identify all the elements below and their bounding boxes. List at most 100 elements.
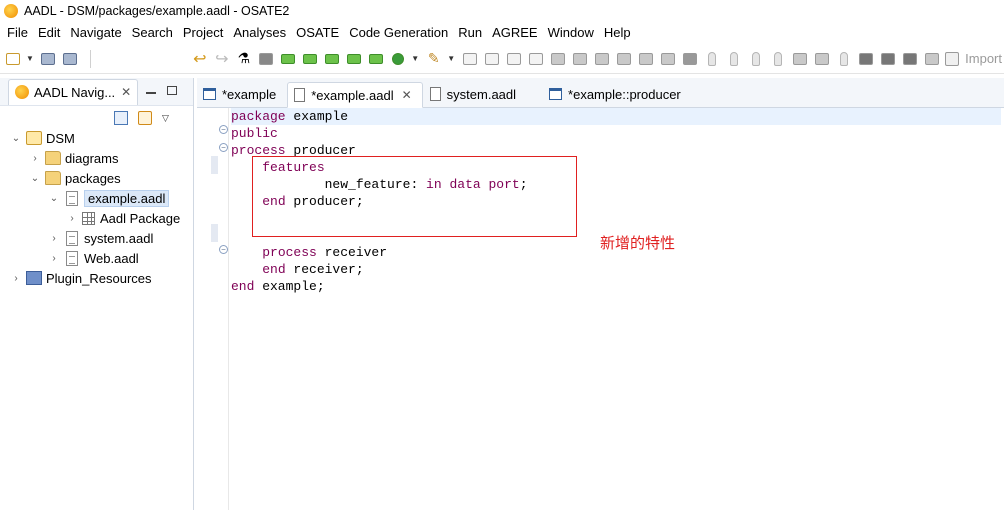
chevron-down-icon[interactable]: ⌄ [29, 173, 41, 184]
fold-toggle-icon[interactable]: − [219, 143, 228, 152]
wand-dropdown-icon[interactable]: ▼ [447, 54, 455, 63]
chevron-right-icon[interactable]: › [48, 233, 60, 244]
menu-search[interactable]: Search [127, 25, 178, 40]
chevron-right-icon[interactable]: › [66, 213, 78, 224]
tool-m-icon[interactable] [901, 50, 918, 68]
aadl-file-icon [429, 87, 441, 101]
navigator-tab[interactable]: AADL Navig... ✕ [8, 78, 139, 105]
new-dropdown-icon[interactable]: ▼ [26, 54, 34, 63]
menu-run[interactable]: Run [453, 25, 487, 40]
bulb-icon[interactable] [703, 50, 720, 68]
tab-example-diagram[interactable]: *example [197, 81, 286, 107]
keyword: end [262, 262, 286, 277]
build-green-4-icon[interactable] [345, 50, 362, 68]
image-2-icon[interactable] [505, 50, 522, 68]
close-box-icon[interactable] [527, 50, 544, 68]
menu-bar: File Edit Navigate Search Project Analys… [0, 22, 1004, 42]
view-menu-icon[interactable]: ▽ [162, 113, 169, 124]
fold-toggle-icon[interactable]: − [219, 245, 228, 254]
osate-app-icon [4, 4, 18, 18]
redo-icon[interactable]: ↪ [213, 50, 230, 68]
tree-item-diagrams[interactable]: › diagrams [0, 148, 192, 168]
navigator-toolbar: ▽ [114, 111, 169, 125]
tool-h-icon[interactable] [791, 50, 808, 68]
code-editor[interactable]: − − − package example public process pro… [197, 108, 1004, 510]
tree-item-system-aadl[interactable]: › system.aadl [0, 228, 192, 248]
save-all-icon[interactable] [62, 50, 79, 68]
identifier: example [285, 109, 349, 124]
build-green-3-icon[interactable] [323, 50, 340, 68]
tree-item-label: example.aadl [84, 189, 170, 207]
build-green-5-icon[interactable] [367, 50, 384, 68]
keyword: process [262, 245, 317, 260]
chevron-right-icon[interactable]: › [48, 253, 60, 264]
menu-project[interactable]: Project [178, 25, 228, 40]
minimize-icon[interactable] [146, 92, 156, 94]
collapse-all-icon[interactable] [114, 111, 128, 125]
menu-osate[interactable]: OSATE [291, 25, 344, 40]
build-green-icon[interactable] [279, 50, 296, 68]
tool-i-icon[interactable] [813, 50, 830, 68]
tool-j-icon[interactable] [835, 50, 852, 68]
tool-a-icon[interactable] [549, 50, 566, 68]
tool-c-icon[interactable] [593, 50, 610, 68]
link-with-editor-icon[interactable] [138, 111, 152, 125]
sigma-icon[interactable] [461, 50, 478, 68]
tree-item-dsm[interactable]: ⌄ DSM [0, 128, 192, 148]
tool-d-icon[interactable] [615, 50, 632, 68]
bulb-2-icon[interactable] [725, 50, 742, 68]
tree-item-web-aadl[interactable]: › Web.aadl [0, 248, 192, 268]
tool-k-icon[interactable] [857, 50, 874, 68]
tree-item-label: Plugin_Resources [46, 270, 152, 286]
wand-icon[interactable]: ✎ [425, 50, 442, 68]
run-record-icon[interactable] [389, 50, 406, 68]
save-icon[interactable] [40, 50, 57, 68]
microscope-icon[interactable]: ⚗ [235, 50, 252, 68]
run-dropdown-icon[interactable]: ▼ [411, 54, 419, 63]
tool-b-icon[interactable] [571, 50, 588, 68]
close-icon[interactable]: ✕ [121, 85, 131, 99]
menu-agree[interactable]: AGREE [487, 25, 543, 40]
bulb-4-icon[interactable] [769, 50, 786, 68]
navigator-tab-label: AADL Navig... [34, 84, 116, 100]
menu-analyses[interactable]: Analyses [228, 25, 291, 40]
tool-f-icon[interactable] [659, 50, 676, 68]
tab-label: *example::producer [568, 86, 681, 102]
new-icon[interactable] [4, 50, 21, 68]
tree-item-example-aadl[interactable]: ⌄ example.aadl [0, 188, 192, 208]
tool-l-icon[interactable] [879, 50, 896, 68]
tab-example-aadl[interactable]: *example.aadl ✕ [287, 82, 423, 108]
tool-g-icon[interactable] [681, 50, 698, 68]
menu-code-generation[interactable]: Code Generation [344, 25, 453, 40]
tool-n-icon[interactable] [923, 50, 940, 68]
tree-item-aadl-package[interactable]: › Aadl Package [0, 208, 192, 228]
undo-icon[interactable]: ↩ [191, 50, 208, 68]
tree-item-packages[interactable]: ⌄ packages [0, 168, 192, 188]
editor-gutter: − − − [197, 108, 229, 510]
aadl-file-icon [294, 88, 306, 102]
menu-window[interactable]: Window [543, 25, 599, 40]
menu-navigate[interactable]: Navigate [65, 25, 126, 40]
project-icon [26, 131, 42, 145]
import-button[interactable]: Import [945, 51, 1002, 66]
menu-help[interactable]: Help [599, 25, 636, 40]
menu-edit[interactable]: Edit [33, 25, 65, 40]
chevron-down-icon[interactable]: ⌄ [10, 133, 22, 144]
chevron-right-icon[interactable]: › [29, 153, 41, 164]
tool-e-icon[interactable] [637, 50, 654, 68]
image-icon[interactable] [483, 50, 500, 68]
tab-system-aadl[interactable]: system.aadl [424, 81, 526, 107]
build-green-2-icon[interactable] [301, 50, 318, 68]
tree-item-plugin-resources[interactable]: › Plugin_Resources [0, 268, 192, 288]
tab-label: *example [222, 86, 277, 102]
chevron-right-icon[interactable]: › [10, 273, 22, 284]
bulb-3-icon[interactable] [747, 50, 764, 68]
fold-toggle-icon[interactable]: − [219, 125, 228, 134]
tree-item-label: system.aadl [84, 230, 154, 246]
maximize-icon[interactable] [167, 86, 177, 95]
menu-file[interactable]: File [2, 25, 33, 40]
instantiate-icon[interactable] [257, 50, 274, 68]
tab-example-producer[interactable]: *example::producer [543, 81, 691, 107]
chevron-down-icon[interactable]: ⌄ [48, 193, 60, 204]
close-icon[interactable]: ✕ [402, 88, 412, 102]
